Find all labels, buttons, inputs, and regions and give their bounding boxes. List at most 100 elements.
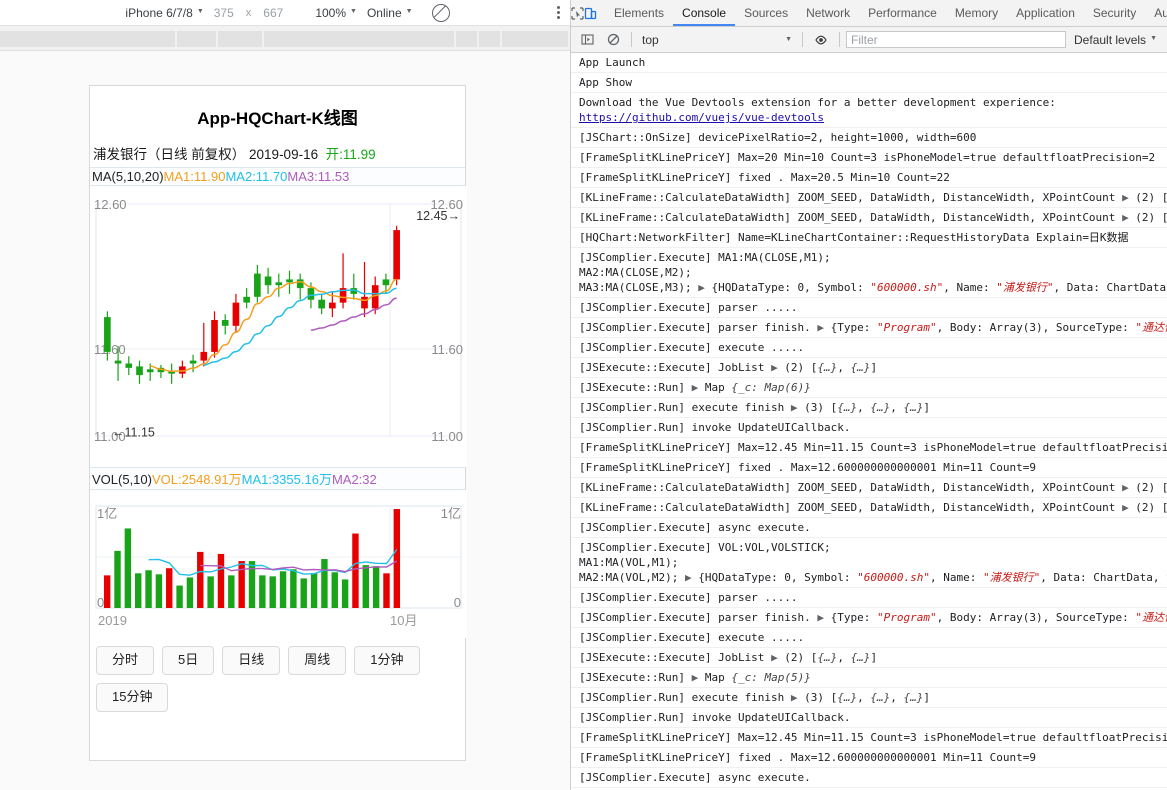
console-message[interactable]: [JSComplier.Execute] execute .....	[571, 628, 1167, 648]
svg-text:11.60: 11.60	[431, 342, 463, 357]
console-message[interactable]: [JSComplier.Execute] VOL:VOL,VOLSTICK; M…	[571, 538, 1167, 588]
device-toolbar: iPhone 6/7/8 ▼ 375 x 667 100% ▼ Online ▼	[0, 0, 570, 26]
console-message[interactable]: [JSExecute::Execute] JobList ▶ (2) [{…},…	[571, 648, 1167, 668]
execution-context-label: top	[642, 32, 659, 47]
device-select-label: iPhone 6/7/8	[125, 5, 193, 20]
vol-ma1-value: MA1:3355.16万	[241, 472, 332, 487]
zoom-select[interactable]: 100% ▼	[310, 6, 362, 20]
console-levels-select[interactable]: Default levels ▼	[1068, 33, 1163, 47]
chevron-down-icon: ▼	[785, 36, 792, 43]
console-message[interactable]: [JSExecute::Execute] JobList ▶ (2) [{…},…	[571, 358, 1167, 378]
toggle-device-toolbar-icon[interactable]	[584, 1, 597, 26]
console-message[interactable]: [KLineFrame::CalculateDataWidth] ZOOM_SE…	[571, 208, 1167, 228]
open-label: 开:	[325, 147, 343, 162]
console-message[interactable]: [KLineFrame::CalculateDataWidth] ZOOM_SE…	[571, 498, 1167, 518]
chevron-down-icon: ▼	[405, 8, 413, 15]
period-button-15min[interactable]: 15分钟	[96, 682, 169, 712]
tab-elements[interactable]: Elements	[605, 1, 673, 26]
svg-text:0: 0	[454, 595, 461, 610]
period-button-5day[interactable]: 5日	[162, 646, 215, 675]
console-message[interactable]: App Show	[571, 73, 1167, 93]
console-message[interactable]: [FrameSplitKLinePriceY] fixed . Max=12.6…	[571, 458, 1167, 478]
console-message-list[interactable]: App Launch App Show Download the Vue Devto…	[571, 53, 1167, 790]
page-title: App-HQChart-K线图	[197, 109, 358, 128]
console-message[interactable]: [JSComplier.Execute] parser finish. ▶ {T…	[571, 608, 1167, 628]
tab-memory[interactable]: Memory	[946, 1, 1007, 26]
device-ruler	[0, 26, 570, 51]
tab-sources[interactable]: Sources	[735, 1, 797, 26]
console-message[interactable]: [KLineFrame::CalculateDataWidth] ZOOM_SE…	[571, 188, 1167, 208]
open-value: 11.99	[342, 147, 376, 162]
device-viewport[interactable]: App-HQChart-K线图 浦发银行（日线 前复权） 2019-09-16 …	[0, 51, 570, 790]
console-message[interactable]: [JSComplier.Execute] async execute.	[571, 518, 1167, 538]
live-expression-icon[interactable]	[809, 27, 833, 52]
ma-indicator-title: MA(5,10,20)MA1:11.90MA2:11.70MA3:11.53	[90, 167, 465, 186]
vol-ma2-value: MA2:32	[331, 472, 377, 487]
console-message[interactable]: [JSComplier.Run] invoke UpdateUICallback…	[571, 708, 1167, 728]
device-emulation-pane: iPhone 6/7/8 ▼ 375 x 667 100% ▼ Online ▼	[0, 0, 571, 790]
console-message[interactable]: [JSComplier.Execute] execute .....	[571, 338, 1167, 358]
console-message[interactable]: [JSComplier.Run] execute finish ▶ (3) [{…	[571, 688, 1167, 708]
console-sidebar-icon[interactable]	[575, 27, 599, 52]
console-message[interactable]: [FrameSplitKLinePriceY] Max=12.45 Min=11…	[571, 438, 1167, 458]
console-message[interactable]: [JSComplier.Execute] async execute.	[571, 768, 1167, 788]
tab-security[interactable]: Security	[1084, 1, 1145, 26]
execution-context-select[interactable]: top ▼	[638, 33, 796, 47]
tab-application[interactable]: Application	[1007, 1, 1084, 26]
console-message[interactable]: Download the Vue Devtools extension for …	[571, 93, 1167, 128]
hqchart-widget[interactable]: 浦发银行（日线 前复权） 2019-09-16 开:11.99 MA(5,10,…	[90, 141, 467, 638]
console-message[interactable]: [JSChart::OnSize] devicePixelRatio=2, he…	[571, 128, 1167, 148]
console-message[interactable]: [JSExecute::Run] ▶ Map {_c: Map(6)}	[571, 378, 1167, 398]
chevron-down-icon: ▼	[350, 8, 357, 15]
tab-audits[interactable]: Au	[1145, 1, 1167, 26]
console-message[interactable]: [JSComplier.Run] execute finish ▶ (3) [{…	[571, 398, 1167, 418]
device-height-input[interactable]: 667	[258, 6, 288, 20]
console-message[interactable]: [FrameSplitKLinePriceY] fixed . Max=20.5…	[571, 168, 1167, 188]
period-button-daily[interactable]: 日线	[222, 646, 281, 675]
console-message[interactable]: [JSComplier.Execute] parser .....	[571, 588, 1167, 608]
console-message[interactable]: [FrameSplitKLinePriceY] fixed . Max=12.6…	[571, 748, 1167, 768]
console-message[interactable]: App Launch	[571, 53, 1167, 73]
svg-text:11.00: 11.00	[431, 429, 463, 444]
vol-value: VOL:2548.91万	[151, 472, 242, 487]
svg-text:←11.15: ←11.15	[112, 425, 155, 439]
svg-text:12.45→: 12.45→	[416, 209, 460, 223]
console-message[interactable]: [JSExecute::Run] ▶ Map {_c: Map(5)}	[571, 668, 1167, 688]
console-filter-bar: top ▼ Default levels ▼	[571, 27, 1167, 53]
stock-info-line: 浦发银行（日线 前复权） 2019-09-16 开:11.99	[90, 141, 465, 167]
no-throttle-icon[interactable]	[431, 3, 450, 22]
svg-text:1亿: 1亿	[97, 506, 117, 521]
console-message[interactable]: [JSComplier.Run] invoke UpdateUICallback…	[571, 418, 1167, 438]
chevron-down-icon: ▼	[196, 8, 204, 15]
price-panel[interactable]: 12.6012.6011.6011.6011.0011.0012.45→←11.…	[90, 186, 467, 467]
console-message[interactable]: [JSComplier.Execute] parser .....	[571, 298, 1167, 318]
console-message[interactable]: [FrameSplitKLinePriceY] Max=12.45 Min=11…	[571, 728, 1167, 748]
console-message[interactable]: [JSComplier.Execute] parser finish. ▶ {T…	[571, 318, 1167, 338]
clear-console-icon[interactable]	[601, 27, 625, 52]
inspect-element-icon[interactable]	[571, 1, 584, 26]
period-button-fenshi[interactable]: 分时	[96, 646, 155, 675]
device-select[interactable]: iPhone 6/7/8 ▼	[120, 6, 208, 20]
tab-network[interactable]: Network	[797, 1, 859, 26]
stock-date: 2019-09-16	[249, 147, 319, 162]
console-message[interactable]: [HQChart:NetworkFilter] Name=KLineChartC…	[571, 228, 1167, 248]
more-options-icon[interactable]	[557, 6, 560, 19]
svg-text:2019: 2019	[98, 613, 127, 628]
ma-name: MA(5,10,20)	[92, 169, 164, 184]
volume-panel[interactable]: 1亿 1亿 0 0 2019 10月	[90, 490, 467, 638]
ma3-value: MA3:11.53	[287, 169, 350, 184]
console-message[interactable]: [JSComplier.Execute] MA1:MA(CLOSE,M1); M…	[571, 248, 1167, 298]
device-width-input[interactable]: 375	[209, 6, 239, 20]
console-filter-input[interactable]	[846, 31, 1067, 48]
period-button-1min[interactable]: 1分钟	[354, 646, 420, 675]
tab-console[interactable]: Console	[673, 1, 735, 26]
console-message[interactable]: [KLineFrame::CalculateDataWidth] ZOOM_SE…	[571, 478, 1167, 498]
console-message[interactable]: [FrameSplitKLinePriceY] Max=20 Min=10 Co…	[571, 148, 1167, 168]
vol-name: VOL(5,10)	[92, 472, 152, 487]
throttle-select-label: Online	[366, 5, 402, 20]
throttle-select[interactable]: Online ▼	[362, 6, 418, 20]
period-button-weekly[interactable]: 周线	[288, 646, 347, 675]
tab-performance[interactable]: Performance	[859, 1, 946, 26]
svg-text:12.60: 12.60	[94, 197, 127, 212]
ma1-value: MA1:11.90	[163, 169, 226, 184]
